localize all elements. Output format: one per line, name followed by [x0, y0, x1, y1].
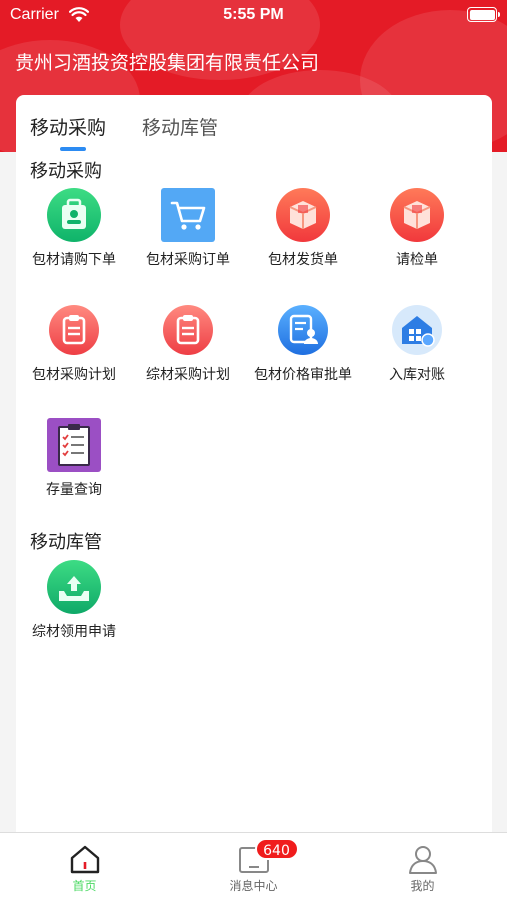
item-label: 综材采购计划 — [146, 367, 230, 383]
menu-item-packaging-delivery-note[interactable]: 包材发货单 — [245, 187, 361, 270]
box-icon — [275, 187, 331, 243]
message-tray-icon: 640 — [237, 838, 299, 876]
main-card: 移动采购 移动库管 移动采购 包材请购下单 包材采购订单 包材发货单 请检单 包… — [16, 95, 492, 840]
checklist-icon — [46, 417, 102, 473]
item-label: 包材发货单 — [268, 252, 338, 268]
battery-icon — [467, 7, 500, 22]
cart-icon — [160, 187, 216, 243]
menu-item-inbound-reconciliation[interactable]: 入库对账 — [359, 302, 475, 385]
section-title-purchase: 移动采购 — [30, 161, 102, 182]
tabbar-mine[interactable]: 我的 — [338, 833, 507, 900]
menu-item-packaging-purchase-order[interactable]: 包材采购订单 — [130, 187, 246, 270]
bottom-tab-bar: 首页 640 消息中心 我的 — [0, 832, 507, 900]
warehouse-icon — [389, 302, 445, 358]
menu-item-packaging-price-approval[interactable]: 包材价格审批单 — [245, 302, 361, 385]
tabbar-home-label: 首页 — [72, 879, 97, 893]
tab-mobile-purchase[interactable]: 移动采购 — [30, 113, 106, 140]
tabbar-messages[interactable]: 640 消息中心 — [169, 833, 338, 900]
item-label: 包材采购订单 — [146, 252, 230, 268]
item-label: 入库对账 — [389, 367, 445, 383]
tab-bar-top: 移动采购 移动库管 — [16, 95, 492, 155]
menu-item-packaging-requisition[interactable]: 包材请购下单 — [16, 187, 132, 270]
menu-item-general-material-request[interactable]: 综材领用申请 — [16, 559, 132, 642]
clipboard-icon — [160, 302, 216, 358]
item-label: 包材请购下单 — [32, 252, 116, 268]
status-bar: Carrier 5:55 PM — [0, 0, 507, 30]
clipboard-icon — [46, 302, 102, 358]
person-icon — [406, 842, 440, 876]
home-icon — [68, 842, 102, 876]
section-title-warehouse: 移动库管 — [30, 532, 102, 553]
box-icon — [389, 187, 445, 243]
document-person-icon — [275, 302, 331, 358]
menu-item-inspection-request[interactable]: 请检单 — [359, 187, 475, 270]
item-label: 综材领用申请 — [32, 624, 116, 640]
message-count-badge: 640 — [254, 838, 299, 860]
person-badge-icon — [46, 187, 102, 243]
item-label: 存量查询 — [46, 482, 102, 498]
tab-mobile-warehouse[interactable]: 移动库管 — [142, 113, 218, 140]
company-title: 贵州习酒投资控股集团有限责任公司 — [15, 52, 320, 74]
tabbar-mine-label: 我的 — [410, 879, 435, 893]
upload-tray-icon — [46, 559, 102, 615]
menu-item-packaging-purchase-plan[interactable]: 包材采购计划 — [16, 302, 132, 385]
item-label: 包材采购计划 — [32, 367, 116, 383]
menu-item-stock-query[interactable]: 存量查询 — [16, 417, 132, 500]
tab-indicator — [60, 147, 86, 151]
tabbar-home[interactable]: 首页 — [0, 833, 169, 900]
item-label: 包材价格审批单 — [254, 367, 352, 383]
clock: 5:55 PM — [223, 6, 284, 23]
menu-item-general-purchase-plan[interactable]: 综材采购计划 — [130, 302, 246, 385]
item-label: 请检单 — [396, 252, 438, 268]
tabbar-messages-label: 消息中心 — [229, 879, 278, 893]
